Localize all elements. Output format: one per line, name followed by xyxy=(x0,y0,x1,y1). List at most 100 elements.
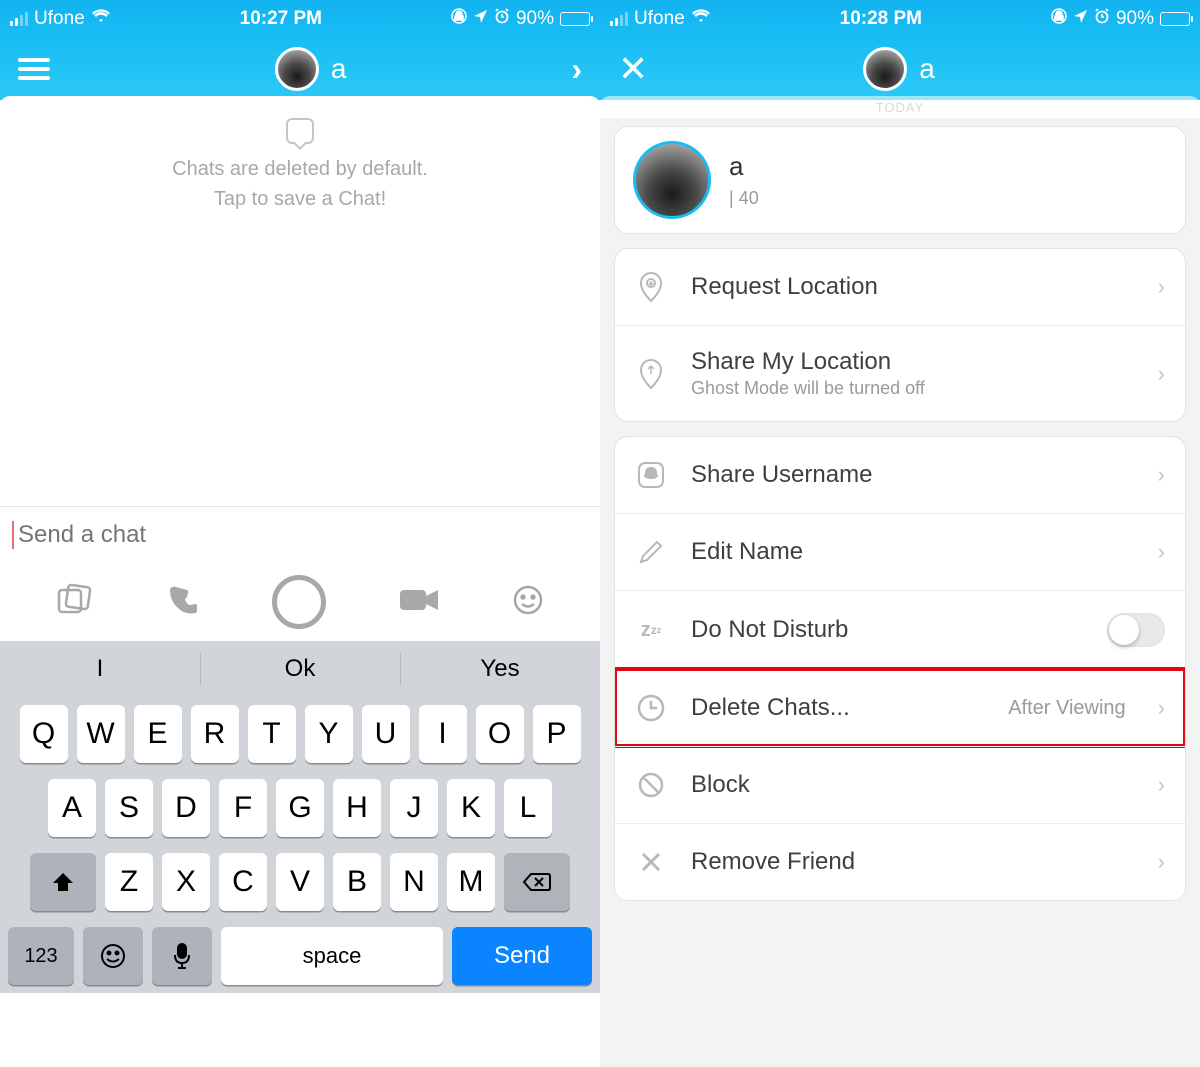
chevron-right-icon: › xyxy=(1158,695,1165,721)
status-time: 10:28 PM xyxy=(840,8,922,30)
key[interactable]: X xyxy=(162,853,210,911)
chevron-right-icon: › xyxy=(1158,772,1165,798)
settings-sheet: a | 40 Request Location › Share My Locat… xyxy=(600,118,1200,1067)
key[interactable]: V xyxy=(276,853,324,911)
contact-name: a xyxy=(919,53,935,85)
chevron-right-icon: › xyxy=(1158,361,1165,387)
close-button[interactable]: ✕ xyxy=(618,48,648,90)
request-location-row[interactable]: Request Location › xyxy=(615,249,1185,325)
key[interactable]: F xyxy=(219,779,267,837)
signal-icon xyxy=(610,12,628,26)
shift-key[interactable] xyxy=(30,853,96,911)
suggestion[interactable]: Yes xyxy=(400,641,600,697)
mic-key[interactable] xyxy=(152,927,212,985)
battery-percent: 90% xyxy=(516,8,554,30)
backspace-key[interactable] xyxy=(504,853,570,911)
carrier-label: Ufone xyxy=(634,8,685,30)
key[interactable]: Z xyxy=(105,853,153,911)
block-icon xyxy=(635,769,667,801)
key[interactable]: G xyxy=(276,779,324,837)
camera-button[interactable] xyxy=(272,575,326,629)
chevron-right-icon: › xyxy=(1158,462,1165,488)
chat-input[interactable] xyxy=(12,521,588,549)
key[interactable]: T xyxy=(248,705,296,763)
chevron-right-icon[interactable]: › xyxy=(571,51,582,88)
lock-rotation-icon xyxy=(1051,8,1067,30)
key[interactable]: Y xyxy=(305,705,353,763)
status-bar: Ufone 10:28 PM 90% xyxy=(600,0,1200,38)
battery-icon xyxy=(1160,12,1190,26)
battery-percent: 90% xyxy=(1116,8,1154,30)
key[interactable]: J xyxy=(390,779,438,837)
chat-screen: Ufone 10:27 PM 90% a › xyxy=(0,0,600,1067)
phone-icon[interactable] xyxy=(166,583,200,622)
key[interactable]: K xyxy=(447,779,495,837)
key[interactable]: I xyxy=(419,705,467,763)
chat-bubble-icon xyxy=(286,118,314,144)
video-icon[interactable] xyxy=(398,586,440,619)
status-bar: Ufone 10:27 PM 90% xyxy=(0,0,600,38)
contact-name: a xyxy=(331,53,347,85)
delete-chats-row[interactable]: Delete Chats... After Viewing › xyxy=(615,669,1185,746)
status-time: 10:27 PM xyxy=(240,8,322,30)
suggestion[interactable]: Ok xyxy=(200,641,400,697)
profile-avatar[interactable] xyxy=(633,141,711,219)
contact-avatar[interactable] xyxy=(275,47,319,91)
key[interactable]: R xyxy=(191,705,239,763)
key[interactable]: L xyxy=(504,779,552,837)
key[interactable]: P xyxy=(533,705,581,763)
delete-chats-value: After Viewing xyxy=(1008,697,1125,720)
battery-icon xyxy=(560,12,590,26)
snapcode-icon xyxy=(635,459,667,491)
key[interactable]: N xyxy=(390,853,438,911)
keyboard-suggestions: I Ok Yes xyxy=(0,641,600,697)
emoji-key[interactable] xyxy=(83,927,143,985)
key[interactable]: S xyxy=(105,779,153,837)
key[interactable]: U xyxy=(362,705,410,763)
key[interactable]: D xyxy=(162,779,210,837)
settings-screen: Ufone 10:28 PM 90% ✕ a TODAY xyxy=(600,0,1200,1067)
key[interactable]: C xyxy=(219,853,267,911)
location-card: Request Location › Share My Location Gho… xyxy=(614,248,1186,422)
settings-header: ✕ a xyxy=(600,38,1200,100)
settings-card: Share Username › Edit Name › zzz Do Not … xyxy=(614,436,1186,901)
chat-input-row xyxy=(0,506,600,563)
sleep-icon: zzz xyxy=(635,614,667,646)
location-share-icon xyxy=(635,358,667,390)
remove-friend-row[interactable]: Remove Friend › xyxy=(615,823,1185,900)
today-label: TODAY xyxy=(600,96,1200,118)
gallery-icon[interactable] xyxy=(56,583,94,622)
dnd-toggle[interactable] xyxy=(1107,613,1165,647)
location-arrow-icon xyxy=(1073,8,1088,30)
key[interactable]: Q xyxy=(20,705,68,763)
share-location-row[interactable]: Share My Location Ghost Mode will be tur… xyxy=(615,325,1185,421)
chevron-right-icon: › xyxy=(1158,274,1165,300)
key[interactable]: M xyxy=(447,853,495,911)
x-icon xyxy=(635,846,667,878)
dnd-row[interactable]: zzz Do Not Disturb xyxy=(615,590,1185,669)
keyboard: I Ok Yes Q W E R T Y U I O P A S D F G H… xyxy=(0,641,600,993)
key[interactable]: W xyxy=(77,705,125,763)
signal-icon xyxy=(10,12,28,26)
key[interactable]: E xyxy=(134,705,182,763)
share-username-row[interactable]: Share Username › xyxy=(615,437,1185,513)
space-key[interactable]: space xyxy=(221,927,443,985)
key[interactable]: H xyxy=(333,779,381,837)
emoji-icon[interactable] xyxy=(512,584,544,621)
edit-name-row[interactable]: Edit Name › xyxy=(615,513,1185,590)
alarm-icon xyxy=(1094,8,1110,30)
number-key[interactable]: 123 xyxy=(8,927,74,985)
contact-avatar[interactable] xyxy=(863,47,907,91)
suggestion[interactable]: I xyxy=(0,641,200,697)
menu-button[interactable] xyxy=(18,58,50,80)
block-row[interactable]: Block › xyxy=(615,746,1185,823)
clock-icon xyxy=(635,692,667,724)
key[interactable]: B xyxy=(333,853,381,911)
wifi-icon xyxy=(691,8,711,30)
profile-card[interactable]: a | 40 xyxy=(614,126,1186,234)
send-key[interactable]: Send xyxy=(452,927,592,985)
key[interactable]: A xyxy=(48,779,96,837)
location-pin-icon xyxy=(635,271,667,303)
chevron-right-icon: › xyxy=(1158,849,1165,875)
key[interactable]: O xyxy=(476,705,524,763)
